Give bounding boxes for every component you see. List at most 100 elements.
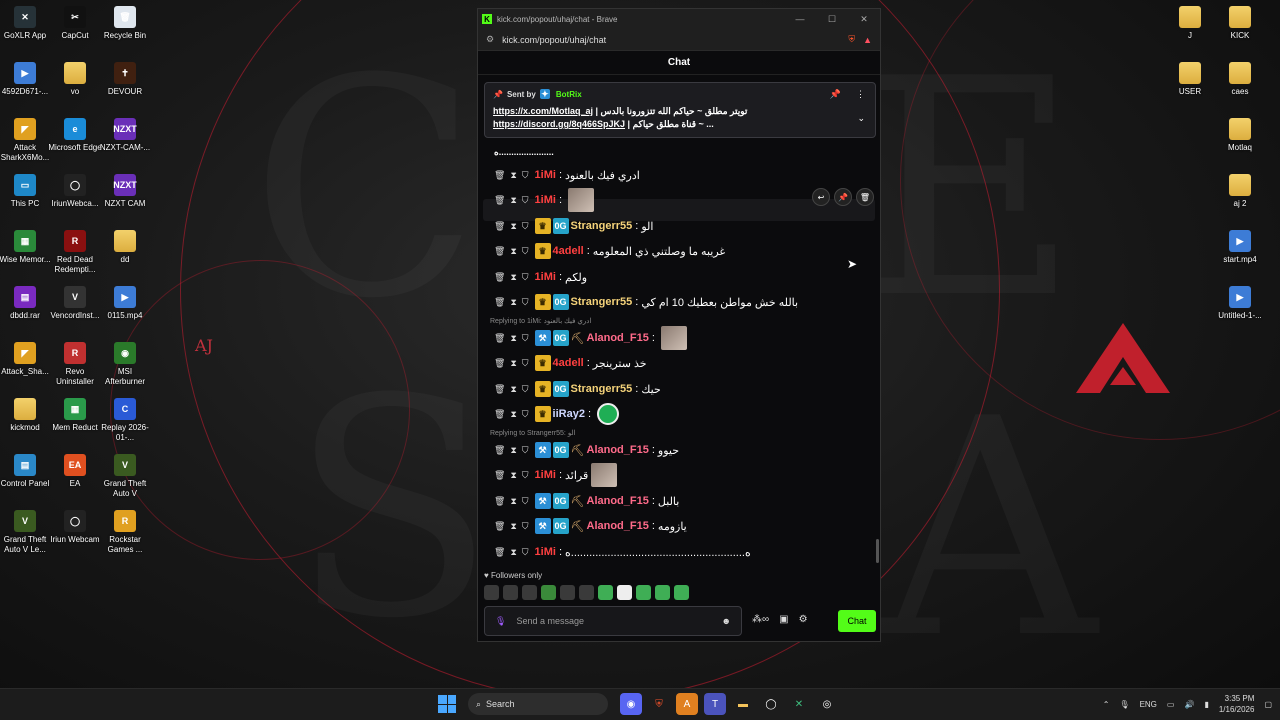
desktop-icon[interactable]: NZXT NZXT CAM [97, 174, 153, 209]
desktop-icon[interactable]: R Rockstar Games ... [97, 510, 153, 555]
delete-message-icon[interactable]: 🗑 [494, 195, 505, 206]
ban-icon[interactable]: ⛉ [522, 272, 529, 283]
delete-message-icon[interactable]: 🗑 [494, 445, 505, 456]
chat-username[interactable]: Alanod_F15 [587, 444, 649, 456]
chat-message[interactable]: 🗑 ⧗ ⛉ ♛ 0G Strangerr55: حيك [494, 380, 661, 398]
desktop-icon[interactable]: V Grand Theft Auto V Le... [0, 510, 53, 555]
start-button[interactable] [438, 695, 456, 713]
brave-icon[interactable]: ⛨ [648, 693, 670, 715]
microphone-icon[interactable]: 🎙 [1119, 700, 1129, 709]
close-button[interactable]: ✕ [848, 14, 880, 25]
delete-message-icon[interactable]: 🗑 [494, 246, 505, 257]
desktop-icon[interactable]: ◤ Attack SharkX6Mo... [0, 118, 53, 163]
emote[interactable] [503, 585, 518, 600]
pinned-message[interactable]: 📌 Sent by ✦ BotRix https://x.com/Motlaq_… [484, 82, 876, 138]
desktop-icon[interactable]: ✝ DEVOUR [97, 62, 153, 97]
chat-username[interactable]: 1iMi [535, 469, 556, 481]
desktop-icon[interactable]: ◯ Iriun Webcam [47, 510, 103, 545]
brave-rewards-icon[interactable]: ▲ [863, 35, 872, 45]
timeout-icon[interactable]: ⧗ [510, 170, 516, 181]
desktop-icon[interactable]: dd [97, 230, 153, 265]
ban-icon[interactable]: ⛉ [522, 170, 529, 181]
desktop-icon[interactable]: ◤ Attack_Sha... [0, 342, 53, 377]
timeout-icon[interactable]: ⧗ [510, 521, 516, 532]
teams-icon[interactable]: T [704, 693, 726, 715]
scrollbar[interactable] [876, 539, 879, 563]
minimize-button[interactable]: — [784, 14, 816, 25]
desktop-icon[interactable]: ✂ CapCut [47, 6, 103, 41]
desktop-icon[interactable]: ▦ Wise Memor... [0, 230, 53, 265]
emote[interactable] [674, 585, 689, 600]
timeout-icon[interactable]: ⧗ [510, 470, 516, 481]
delete-icon[interactable]: 🗑 [856, 188, 874, 206]
desktop-icon[interactable]: NZXT NZXT-CAM-... [97, 118, 153, 153]
url-text[interactable]: kick.com/popout/uhaj/chat [502, 35, 606, 45]
desktop-icon[interactable]: EA EA [47, 454, 103, 489]
desktop-icon[interactable]: ▦ Mem Reduct [47, 398, 103, 433]
emoji-icon[interactable]: ☻ [722, 616, 731, 626]
delete-message-icon[interactable]: 🗑 [494, 547, 505, 558]
ban-icon[interactable]: ⛉ [522, 547, 529, 558]
chat-username[interactable]: 1iMi [535, 546, 556, 558]
input-placeholder[interactable]: Send a message [516, 616, 584, 626]
ban-icon[interactable]: ⛉ [522, 221, 529, 232]
delete-message-icon[interactable]: 🗑 [494, 409, 505, 420]
chat-message[interactable]: 🗑 ⧗ ⛉ ⚒ 0G ⛏ Alanod_F15: يازومه [494, 517, 687, 535]
chat-message[interactable]: 🗑 ⧗ ⛉ 1iMi: ادري فيك بالعنود [494, 166, 640, 184]
emote[interactable] [522, 585, 537, 600]
delete-message-icon[interactable]: 🗑 [494, 521, 505, 532]
desktop-icon[interactable]: J [1162, 6, 1218, 41]
ban-icon[interactable]: ⛉ [522, 409, 529, 420]
ban-icon[interactable]: ⛉ [522, 470, 529, 481]
delete-message-icon[interactable]: 🗑 [494, 221, 505, 232]
chat-message[interactable]: 🗑 ⧗ ⛉ ♛ 0G Strangerr55: الو [494, 217, 653, 235]
iriun-icon[interactable]: ◯ [760, 693, 782, 715]
chat-username[interactable]: 1iMi [535, 194, 556, 206]
desktop-icon[interactable]: Motlaq [1212, 118, 1268, 153]
ban-icon[interactable]: ⛉ [522, 496, 529, 507]
desktop-icon[interactable]: aj 2 [1212, 174, 1268, 209]
chat-username[interactable]: 1iMi [535, 169, 556, 181]
emote[interactable] [636, 585, 651, 600]
timeout-icon[interactable]: ⧗ [510, 272, 516, 283]
chat-input[interactable]: 🎙 Send a message ☻ [484, 606, 742, 636]
desktop-icon[interactable]: R Red Dead Redempti... [47, 230, 103, 275]
chat-username[interactable]: Alanod_F15 [587, 332, 649, 344]
chat-username[interactable]: Strangerr55 [571, 296, 633, 308]
goxlr-icon[interactable]: ✕ [788, 693, 810, 715]
ban-icon[interactable]: ⛉ [522, 297, 529, 308]
chat-username[interactable]: 4adell [553, 245, 584, 257]
network-icon[interactable]: ▭ [1167, 700, 1175, 709]
desktop-icon[interactable]: ▶ Untitled-1-... [1212, 286, 1268, 321]
desktop-icon[interactable]: ▤ Control Panel [0, 454, 53, 489]
emote[interactable] [541, 585, 556, 600]
desktop-icon[interactable]: V VencordInst... [47, 286, 103, 321]
timeout-icon[interactable]: ⧗ [510, 333, 516, 344]
ban-icon[interactable]: ⛉ [522, 384, 529, 395]
mic-icon[interactable]: 🎙 [495, 616, 506, 627]
chat-username[interactable]: iiRay2 [553, 408, 585, 420]
desktop-icon[interactable]: ▭ This PC [0, 174, 53, 209]
desktop-icon[interactable]: e Microsoft Edge [47, 118, 103, 153]
timeout-icon[interactable]: ⧗ [510, 445, 516, 456]
timeout-icon[interactable]: ⧗ [510, 409, 516, 420]
reply-icon[interactable]: ↩ [812, 188, 830, 206]
timeout-icon[interactable]: ⧗ [510, 221, 516, 232]
emote[interactable] [579, 585, 594, 600]
settings-icon[interactable]: ⚙ [799, 614, 808, 625]
maximize-button[interactable]: ☐ [816, 14, 848, 25]
timeout-icon[interactable]: ⧗ [510, 297, 516, 308]
ban-icon[interactable]: ⛉ [522, 521, 529, 532]
delete-message-icon[interactable]: 🗑 [494, 170, 505, 181]
timeout-icon[interactable]: ⧗ [510, 246, 516, 257]
unpin-icon[interactable]: 📌 [830, 89, 841, 100]
timeout-icon[interactable]: ⧗ [510, 384, 516, 395]
taskbar-search[interactable]: ⌕ Search [468, 693, 608, 715]
chat-username[interactable]: Strangerr55 [571, 220, 633, 232]
address-bar[interactable]: ⚙ kick.com/popout/uhaj/chat ⛨ ▲ [478, 29, 880, 51]
pin-message-icon[interactable]: 📌 [834, 188, 852, 206]
desktop-icon[interactable]: V Grand Theft Auto V [97, 454, 153, 499]
ban-icon[interactable]: ⛉ [522, 445, 529, 456]
desktop-icon[interactable]: vo [47, 62, 103, 97]
battery-icon[interactable]: ▮ [1204, 700, 1208, 709]
